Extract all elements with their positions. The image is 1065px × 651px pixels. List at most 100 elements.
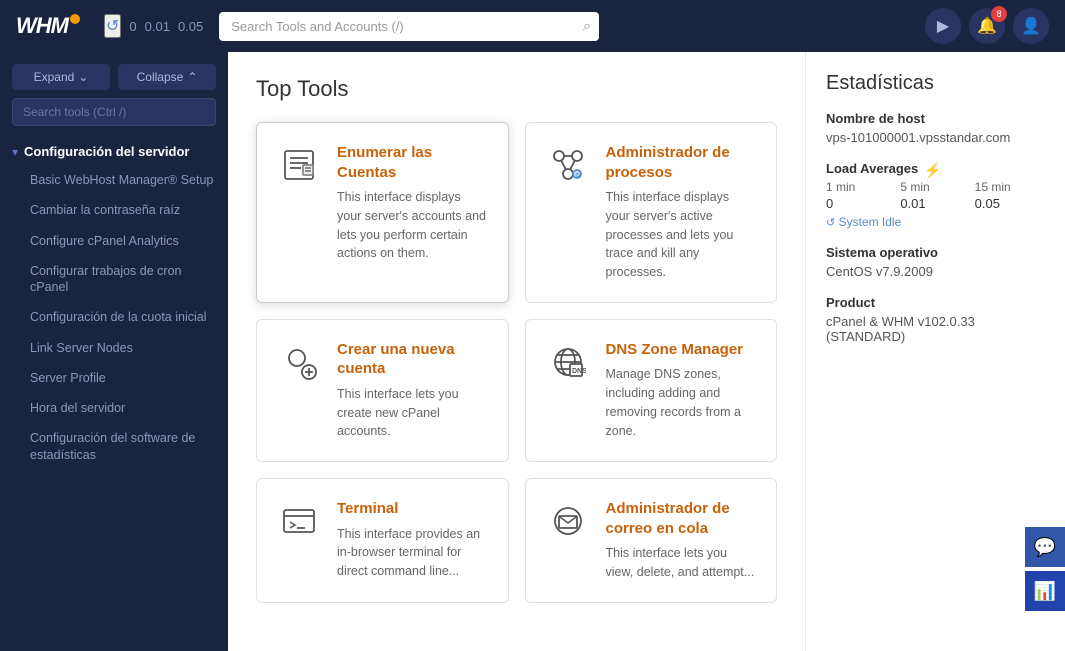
load-header-5min: 5 min: [900, 180, 970, 194]
search-input[interactable]: [219, 12, 599, 41]
tool-desc-procesos: This interface displays your server's ac…: [606, 188, 757, 282]
collapse-label: Collapse: [137, 70, 184, 84]
sidebar-item-cron-jobs[interactable]: Configurar trabajos de cron cPanel: [0, 256, 228, 303]
top-tools-title: Top Tools: [256, 76, 777, 102]
hostname-value: vps-101000001.vpsstandar.com: [826, 130, 1045, 145]
os-label: Sistema operativo: [826, 245, 1045, 260]
media-button[interactable]: ▶: [925, 8, 961, 44]
tool-desc-terminal: This interface provides an in-browser te…: [337, 525, 488, 581]
tool-info-procesos: Administrador de procesos This interface…: [606, 143, 757, 282]
user-button[interactable]: 👤: [1013, 8, 1049, 44]
load-label: Load Averages: [826, 161, 918, 176]
system-idle-link[interactable]: ↺ System Idle: [826, 215, 901, 229]
tool-card-terminal[interactable]: Terminal This interface provides an in-b…: [256, 478, 509, 603]
collapse-icon: ⌃: [187, 70, 197, 84]
tool-name-nueva-cuenta[interactable]: Crear una nueva cuenta: [337, 340, 488, 379]
tool-desc-enumerar: This interface displays your server's ac…: [337, 188, 488, 263]
main-content: Top Tools: [228, 52, 805, 651]
tool-info-terminal: Terminal This interface provides an in-b…: [337, 499, 488, 582]
tool-card-dns[interactable]: DNS DNS Zone Manager Manage DNS zones, i…: [525, 319, 778, 462]
svg-text:⚙: ⚙: [575, 172, 580, 179]
sidebar-item-basic-setup[interactable]: Basic WebHost Manager® Setup: [0, 165, 228, 195]
product-value: cPanel & WHM v102.0.33 (STANDARD): [826, 314, 1045, 344]
load-header-1min: 1 min: [826, 180, 896, 194]
logo-dot: [70, 14, 80, 24]
mail-queue-icon: [546, 499, 590, 543]
sidebar-item-server-profile[interactable]: Server Profile: [0, 363, 228, 393]
sidebar-item-server-time[interactable]: Hora del servidor: [0, 393, 228, 423]
tool-card-procesos[interactable]: ⚙ Administrador de procesos This interfa…: [525, 122, 778, 303]
topbar-actions: ▶ 🔔 8 👤: [925, 8, 1049, 44]
sidebar-item-stats-software[interactable]: Configuración del software de estadístic…: [0, 423, 228, 470]
load-values: 0 0.01 0.05: [826, 196, 1045, 211]
tool-name-correo[interactable]: Administrador de correo en cola: [606, 499, 757, 538]
stat-os: Sistema operativo CentOS v7.9.2009: [826, 245, 1045, 279]
right-actions: 💬 📊: [1025, 527, 1065, 611]
expand-label: Expand: [34, 70, 75, 84]
chart-icon: 📊: [1034, 581, 1056, 602]
section-arrow-icon: ▾: [12, 145, 18, 159]
logo-text: WHM: [16, 13, 68, 39]
tool-card-enumerar[interactable]: Enumerar las Cuentas This interface disp…: [256, 122, 509, 303]
create-account-icon: [277, 340, 321, 384]
tool-info-nueva-cuenta: Crear una nueva cuenta This interface le…: [337, 340, 488, 441]
tool-name-enumerar[interactable]: Enumerar las Cuentas: [337, 143, 488, 182]
refresh-button[interactable]: ↺: [104, 14, 121, 38]
system-idle-row: ↺ System Idle: [826, 213, 1045, 229]
tool-card-correo[interactable]: Administrador de correo en cola This int…: [525, 478, 778, 603]
load-label-row: Load Averages ⚡: [826, 161, 1045, 180]
os-value: CentOS v7.9.2009: [826, 264, 1045, 279]
stat-hostname: Nombre de host vps-101000001.vpsstandar.…: [826, 111, 1045, 145]
tool-name-dns[interactable]: DNS Zone Manager: [606, 340, 757, 360]
sidebar-section-header[interactable]: ▾ Configuración del servidor: [0, 134, 228, 165]
media-icon: ▶: [937, 16, 949, 36]
load-val-1min: 0: [826, 196, 896, 211]
tool-desc-nueva-cuenta: This interface lets you create new cPane…: [337, 385, 488, 441]
bell-badge: 8: [991, 6, 1007, 22]
bell-button[interactable]: 🔔 8: [969, 8, 1005, 44]
load-1min: 0: [129, 19, 136, 34]
topbar: WHM ↺ 0 0.01 0.05 ⌕ ▶ 🔔 8 👤: [0, 0, 1065, 52]
logo: WHM: [16, 13, 80, 39]
load-display: ↺ 0 0.01 0.05: [104, 14, 203, 38]
system-idle-icon: ↺: [826, 217, 835, 229]
load-val-5min: 0.01: [900, 196, 970, 211]
sidebar-item-cpanel-analytics[interactable]: Configure cPanel Analytics: [0, 226, 228, 256]
load-header-15min: 15 min: [975, 180, 1045, 194]
sidebar-section-server-config: ▾ Configuración del servidor Basic WebHo…: [0, 134, 228, 470]
collapse-button[interactable]: Collapse ⌃: [118, 64, 216, 90]
search-bar[interactable]: ⌕: [219, 12, 599, 41]
svg-text:DNS: DNS: [572, 368, 586, 375]
expand-button[interactable]: Expand ⌄: [12, 64, 110, 90]
chat-button[interactable]: 💬: [1025, 527, 1065, 567]
sidebar-item-change-root-pw[interactable]: Cambiar la contraseña raíz: [0, 195, 228, 225]
expand-icon: ⌄: [78, 70, 88, 84]
chat-icon: 💬: [1034, 537, 1056, 558]
tool-name-terminal[interactable]: Terminal: [337, 499, 488, 519]
sidebar-controls: Expand ⌄ Collapse ⌃: [0, 52, 228, 98]
load-headers: 1 min 5 min 15 min: [826, 180, 1045, 194]
tool-info-correo: Administrador de correo en cola This int…: [606, 499, 757, 582]
sidebar-search-input[interactable]: [12, 98, 216, 126]
chart-button[interactable]: 📊: [1025, 571, 1065, 611]
user-icon: 👤: [1021, 16, 1041, 36]
list-accounts-icon: [277, 143, 321, 187]
stat-load: Load Averages ⚡ 1 min 5 min 15 min 0 0.0…: [826, 161, 1045, 229]
main-layout: Expand ⌄ Collapse ⌃ ▾ Configuración del …: [0, 52, 1065, 651]
sidebar-item-link-server-nodes[interactable]: Link Server Nodes: [0, 333, 228, 363]
content-area: Top Tools: [228, 52, 1065, 651]
process-manager-icon: ⚙: [546, 143, 590, 187]
search-submit-button[interactable]: ⌕: [583, 18, 591, 35]
system-idle-label: System Idle: [839, 215, 902, 229]
load-icon: ⚡: [924, 162, 941, 179]
hostname-label: Nombre de host: [826, 111, 1045, 126]
sidebar-item-quota-config[interactable]: Configuración de la cuota inicial: [0, 302, 228, 332]
tool-info-enumerar: Enumerar las Cuentas This interface disp…: [337, 143, 488, 282]
load-val-15min: 0.05: [975, 196, 1045, 211]
load-15min: 0.05: [178, 19, 203, 34]
product-label: Product: [826, 295, 1045, 310]
terminal-icon: [277, 499, 321, 543]
tool-name-procesos[interactable]: Administrador de procesos: [606, 143, 757, 182]
tool-card-nueva-cuenta[interactable]: Crear una nueva cuenta This interface le…: [256, 319, 509, 462]
tools-grid: Enumerar las Cuentas This interface disp…: [256, 122, 777, 603]
